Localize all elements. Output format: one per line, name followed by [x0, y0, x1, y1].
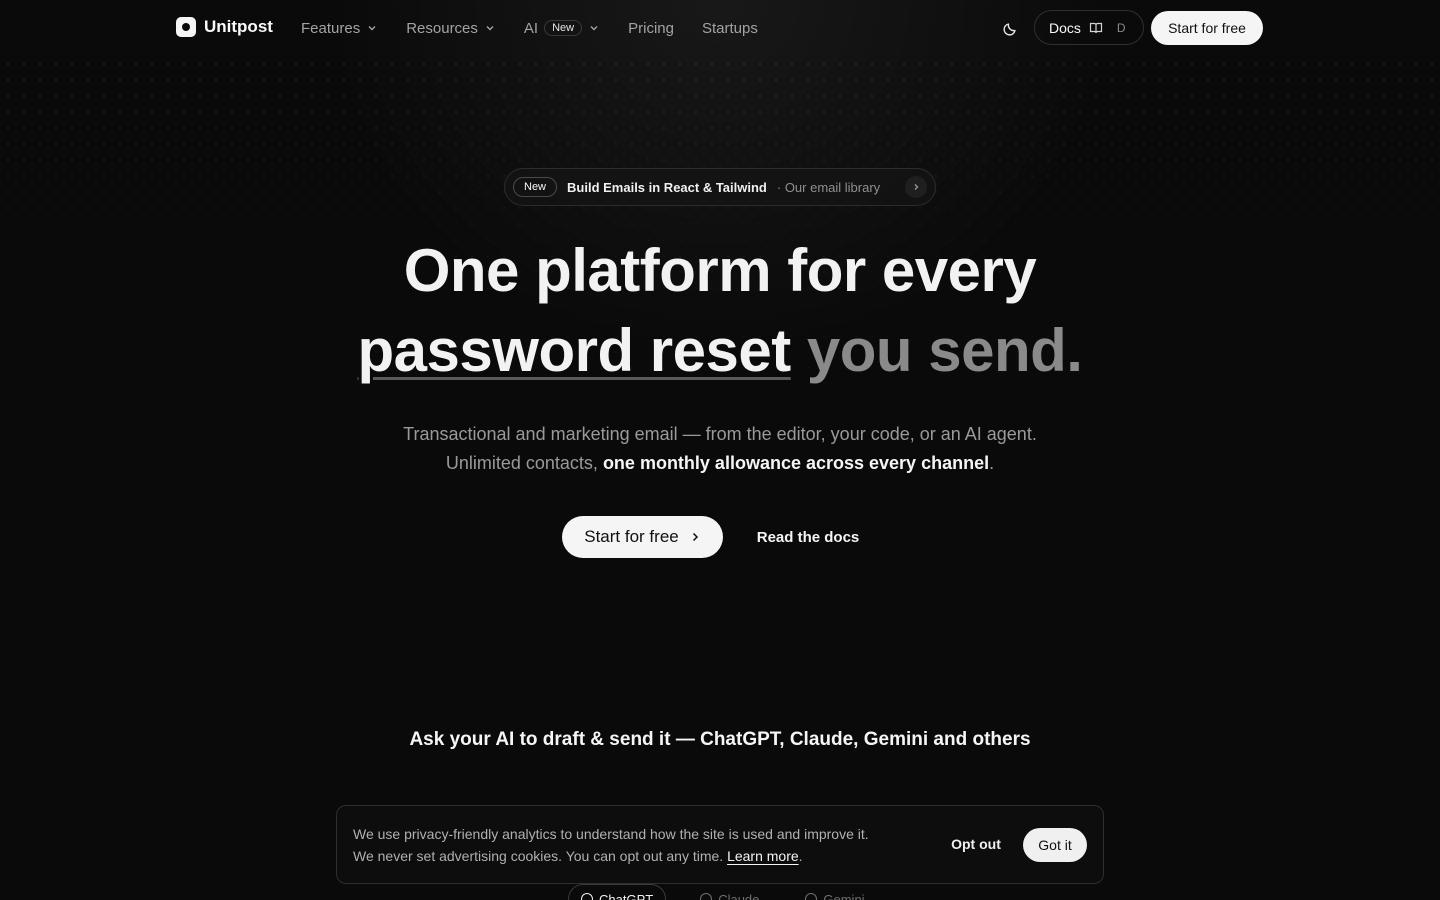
- chevron-down-icon: [486, 26, 494, 31]
- start-for-free-label: Start for free: [584, 527, 679, 546]
- start-for-free-button[interactable]: Start for free: [562, 516, 723, 558]
- tab-chatgpt[interactable]: ChatGPT: [568, 884, 667, 900]
- tab-chatgpt-label: ChatGPT: [599, 891, 654, 900]
- cookie-line2: We never set advertising cookies. You ca…: [353, 848, 724, 864]
- moon-icon: [1003, 23, 1016, 36]
- hero-title-line2: password reset you send.: [0, 316, 1440, 385]
- chevron-down-icon: [368, 26, 376, 31]
- nav-links: Features Resources AI New Pricing Startu…: [287, 0, 772, 56]
- cookie-banner: We use privacy-friendly analytics to und…: [336, 805, 1104, 884]
- chevron-down-icon: [590, 26, 598, 31]
- book-icon: [1089, 22, 1103, 33]
- chevron-right-icon: [692, 532, 698, 542]
- ai-section-heading: Ask your AI to draft & send it — ChatGPT…: [409, 729, 1031, 750]
- announcement-subtitle: · Our email library: [776, 179, 881, 195]
- hero-lede-line1: Transactional and marketing email — from…: [403, 424, 1037, 444]
- top-nav: Unitpost Features Resources AI New Prici…: [0, 0, 1440, 56]
- cookie-line2-wrap: We never set advertising cookies. You ca…: [353, 845, 923, 867]
- gemini-icon: [805, 893, 818, 900]
- hero-lede-emphasis: one monthly allowance across every chann…: [602, 453, 990, 473]
- read-the-docs-button[interactable]: Read the docs: [743, 516, 873, 558]
- learn-more-link[interactable]: Learn more: [727, 848, 799, 864]
- announcement-pill[interactable]: New Build Emails in React & Tailwind · O…: [504, 168, 936, 206]
- hero-lede-line2: Unlimited contacts, one monthly allowanc…: [0, 453, 1440, 474]
- nav-startups[interactable]: Startups: [688, 20, 772, 37]
- hero-title-line1: One platform for every: [403, 237, 1037, 304]
- nav-resources[interactable]: Resources: [392, 20, 510, 37]
- announcement-title: Build Emails in React & Tailwind: [567, 179, 767, 195]
- got-it-button[interactable]: Got it: [1023, 828, 1087, 862]
- nav-features-label: Features: [301, 19, 361, 37]
- nav-ai[interactable]: AI New: [510, 20, 614, 37]
- tab-gemini[interactable]: Gemini: [793, 884, 876, 900]
- docs-shortcut: D: [1116, 20, 1126, 35]
- hero-rotating-word: password reset: [357, 317, 792, 384]
- logo-icon: [176, 17, 196, 37]
- tab-claude-label: Claude: [718, 891, 760, 900]
- hero-title-tail: you send.: [806, 317, 1083, 384]
- nav-ai-new-badge: New: [544, 20, 583, 36]
- opt-out-button[interactable]: Opt out: [939, 827, 1013, 861]
- nav-ai-label: AI: [523, 19, 539, 37]
- claude-icon: [700, 893, 713, 900]
- hero-lede-prefix: Unlimited contacts,: [445, 453, 603, 473]
- docs-button[interactable]: Docs D: [1034, 10, 1144, 45]
- chatgpt-icon: [581, 893, 593, 900]
- tab-gemini-label: Gemini: [823, 891, 865, 900]
- cookie-message: We use privacy-friendly analytics to und…: [353, 823, 923, 867]
- nav-pricing[interactable]: Pricing: [614, 20, 688, 37]
- brand-name: Unitpost: [204, 17, 273, 36]
- start-for-free-nav-button[interactable]: Start for free: [1151, 11, 1263, 45]
- announcement-new-badge: New: [513, 177, 558, 197]
- chevron-right-icon: [905, 176, 927, 198]
- brand-logo[interactable]: Unitpost: [176, 17, 273, 37]
- hero-lede-suffix: .: [989, 453, 995, 473]
- docs-label: Docs: [1049, 19, 1081, 36]
- cookie-period: .: [798, 848, 803, 864]
- cookie-line1: We use privacy-friendly analytics to und…: [353, 826, 869, 842]
- theme-toggle-button[interactable]: [998, 17, 1022, 41]
- nav-features[interactable]: Features: [287, 20, 392, 37]
- ai-provider-tabs: ChatGPT Claude Gemini: [568, 884, 877, 900]
- tab-claude[interactable]: Claude: [688, 884, 771, 900]
- nav-resources-label: Resources: [406, 19, 478, 37]
